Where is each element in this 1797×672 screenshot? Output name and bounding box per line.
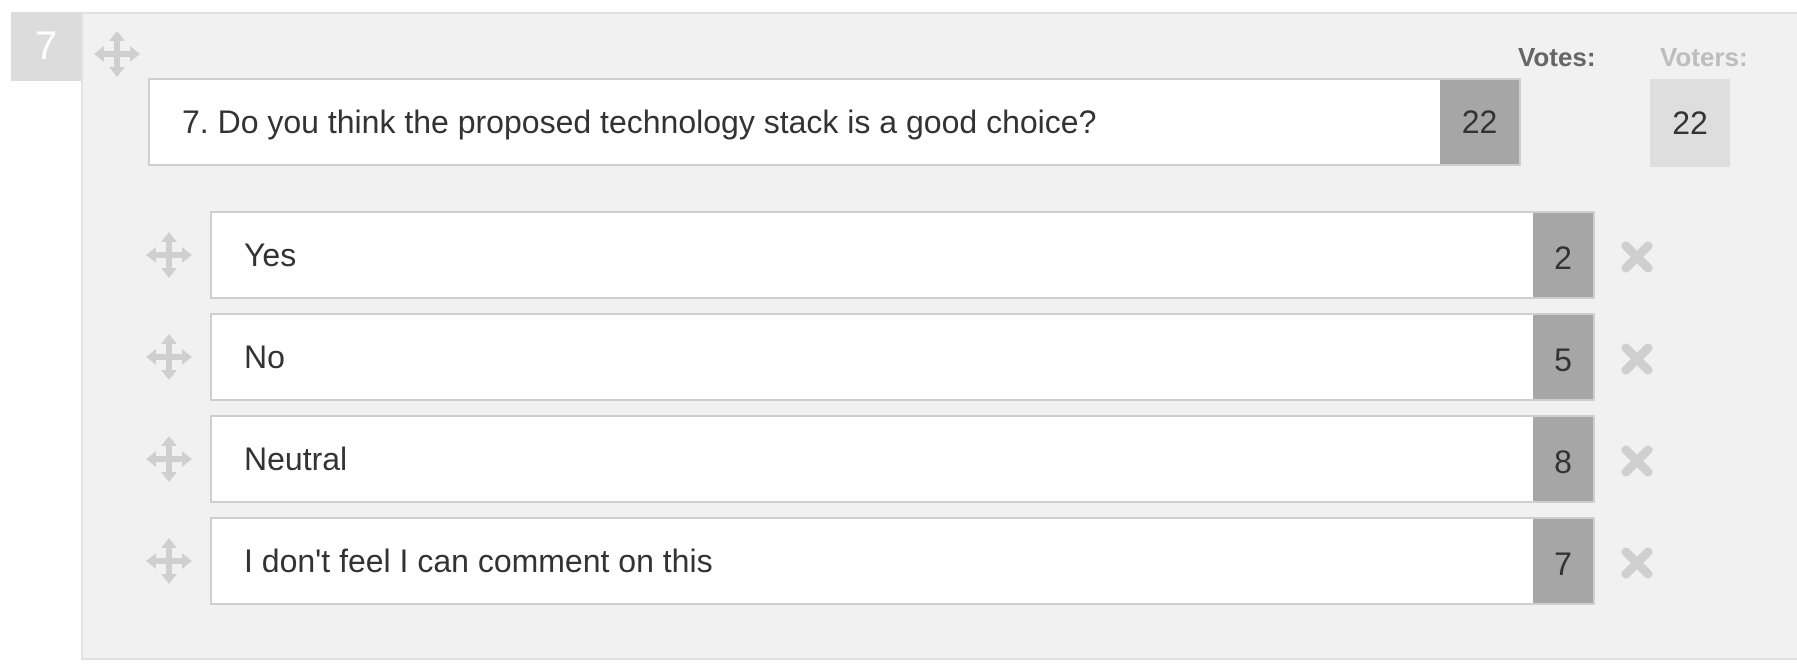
delete-answer-icon[interactable] <box>1620 342 1654 376</box>
poll-question-editor: 7 Votes: Voters: 7. Do you think the pro… <box>0 0 1797 672</box>
answer-drag-handle-icon[interactable] <box>146 334 192 380</box>
answer-field[interactable]: No 5 <box>210 313 1595 401</box>
answer-field[interactable]: I don't feel I can comment on this 7 <box>210 517 1595 605</box>
question-text: 7. Do you think the proposed technology … <box>182 104 1097 140</box>
votes-column-header: Votes: <box>1518 42 1596 72</box>
answer-field[interactable]: Yes 2 <box>210 211 1595 299</box>
answer-votes-count: 5 <box>1533 315 1593 399</box>
question-number-badge: 7 <box>11 12 81 81</box>
question-drag-handle-icon[interactable] <box>94 31 140 77</box>
question-votes-count: 22 <box>1440 80 1519 164</box>
answer-drag-handle-icon[interactable] <box>146 232 192 278</box>
voters-column-header: Voters: <box>1660 42 1748 72</box>
delete-answer-icon[interactable] <box>1620 240 1654 274</box>
question-voters-count: 22 <box>1650 79 1730 167</box>
answer-label: Yes <box>244 237 297 273</box>
answer-label: Neutral <box>244 441 348 477</box>
answer-field[interactable]: Neutral 8 <box>210 415 1595 503</box>
question-text-field[interactable]: 7. Do you think the proposed technology … <box>148 78 1521 166</box>
answer-drag-handle-icon[interactable] <box>146 436 192 482</box>
delete-answer-icon[interactable] <box>1620 546 1654 580</box>
answer-votes-count: 8 <box>1533 417 1593 501</box>
answer-votes-count: 7 <box>1533 519 1593 603</box>
answer-label: I don't feel I can comment on this <box>244 543 713 579</box>
answer-drag-handle-icon[interactable] <box>146 538 192 584</box>
answer-votes-count: 2 <box>1533 213 1593 297</box>
answer-label: No <box>244 339 285 375</box>
delete-answer-icon[interactable] <box>1620 444 1654 478</box>
